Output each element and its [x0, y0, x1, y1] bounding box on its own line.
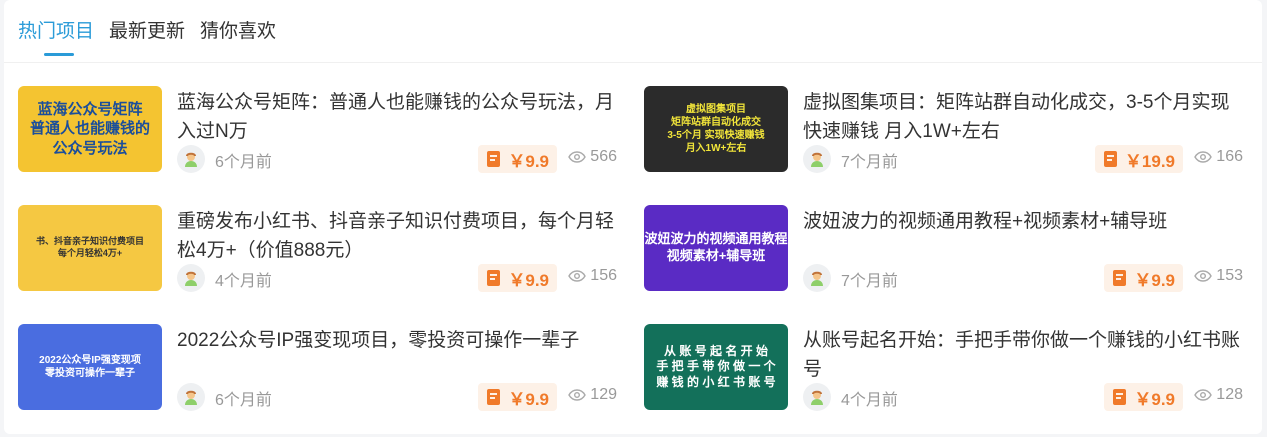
price-badge[interactable]: ￥9.9	[478, 145, 557, 173]
eye-icon	[568, 270, 587, 282]
user-avatar-icon	[185, 390, 197, 405]
avatar	[177, 383, 205, 411]
avatar	[177, 145, 205, 173]
book-icon	[1113, 270, 1127, 286]
project-title[interactable]: 波妞波力的视频通用教程+视频素材+辅导班	[803, 207, 1243, 236]
view-count: 129	[568, 386, 617, 404]
post-time: 4个月前	[841, 392, 898, 409]
eye-icon	[1194, 389, 1213, 401]
thumbnail-text: 波妞波力的视频通用教程 视频素材+辅导班	[644, 231, 788, 263]
price-value: ￥9.9	[508, 270, 549, 290]
view-count-value: 153	[1216, 267, 1243, 284]
post-time: 7个月前	[841, 154, 898, 171]
thumbnail-image[interactable]: 虚拟图集项目 矩阵站群自动化成交 3-5个月 实现快速赚钱 月入1W+左右	[644, 86, 788, 172]
avatar	[803, 383, 831, 411]
book-icon	[487, 389, 501, 405]
view-count: 166	[1194, 148, 1243, 166]
user-avatar-icon	[811, 390, 823, 405]
card-meta: 6个月前 ￥9.9 129	[177, 383, 617, 411]
avatar	[177, 264, 205, 292]
book-icon	[487, 151, 501, 167]
thumbnail-image[interactable]: 波妞波力的视频通用教程 视频素材+辅导班	[644, 205, 788, 291]
post-time: 6个月前	[215, 154, 272, 171]
card-meta: 4个月前 ￥9.9 128	[803, 383, 1243, 411]
project-title[interactable]: 2022公众号IP强变现项目，零投资可操作一辈子	[177, 326, 617, 355]
eye-icon	[1194, 270, 1213, 282]
card-meta: 6个月前 ￥9.9 566	[177, 145, 617, 173]
thumbnail-text: 从 账 号 起 名 开 始 手 把 手 带 你 做 一 个 赚 钱 的 小 红 …	[656, 343, 776, 389]
user-avatar-icon	[811, 152, 823, 167]
card-meta: 7个月前 ￥9.9 153	[803, 264, 1243, 292]
view-count: 153	[1194, 267, 1243, 285]
book-icon	[487, 270, 501, 286]
eye-icon	[1194, 151, 1213, 163]
price-value: ￥9.9	[1134, 389, 1175, 409]
price-badge[interactable]: ￥9.9	[1104, 383, 1183, 411]
thumbnail-text: 虚拟图集项目 矩阵站群自动化成交 3-5个月 实现快速赚钱 月入1W+左右	[667, 104, 765, 154]
avatar	[803, 145, 831, 173]
view-count: 156	[568, 267, 617, 285]
project-title[interactable]: 虚拟图集项目：矩阵站群自动化成交，3-5个月实现快速赚钱 月入1W+左右	[803, 88, 1243, 146]
thumbnail-image[interactable]: 从 账 号 起 名 开 始 手 把 手 带 你 做 一 个 赚 钱 的 小 红 …	[644, 324, 788, 410]
thumbnail-text: 书、抖音亲子知识付费项目 每个月轻松4万+	[35, 236, 144, 258]
price-value: ￥9.9	[508, 151, 549, 171]
card-meta: 7个月前 ￥19.9 166	[803, 145, 1243, 173]
divider	[4, 62, 1262, 63]
view-count-value: 128	[1216, 386, 1243, 403]
thumbnail-image[interactable]: 书、抖音亲子知识付费项目 每个月轻松4万+	[18, 205, 162, 291]
post-time: 4个月前	[215, 273, 272, 290]
project-panel: 热门项目 最新更新 猜你喜欢 蓝海公众号矩阵 普通人也能赚钱的 公众号玩法 蓝海公…	[4, 0, 1262, 434]
project-card[interactable]: 从 账 号 起 名 开 始 手 把 手 带 你 做 一 个 赚 钱 的 小 红 …	[644, 324, 1244, 412]
view-count-value: 566	[590, 148, 617, 165]
post-time: 6个月前	[215, 392, 272, 409]
price-badge[interactable]: ￥9.9	[478, 264, 557, 292]
project-title[interactable]: 重磅发布小红书、抖音亲子知识付费项目，每个月轻松4万+（价值888元）	[177, 207, 617, 265]
project-card[interactable]: 2022公众号IP强变现项 零投资可操作一辈子 2022公众号IP强变现项目，零投…	[18, 324, 618, 412]
view-count: 566	[568, 148, 617, 166]
project-card[interactable]: 波妞波力的视频通用教程 视频素材+辅导班 波妞波力的视频通用教程+视频素材+辅导班…	[644, 205, 1244, 293]
thumbnail-image[interactable]: 2022公众号IP强变现项 零投资可操作一辈子	[18, 324, 162, 410]
card-meta: 4个月前 ￥9.9 156	[177, 264, 617, 292]
price-badge[interactable]: ￥9.9	[1104, 264, 1183, 292]
avatar	[803, 264, 831, 292]
tab-latest[interactable]: 最新更新	[109, 18, 185, 52]
thumbnail-text: 蓝海公众号矩阵 普通人也能赚钱的 公众号玩法	[29, 100, 150, 157]
project-card[interactable]: 虚拟图集项目 矩阵站群自动化成交 3-5个月 实现快速赚钱 月入1W+左右 虚拟图…	[644, 86, 1244, 174]
tab-hot[interactable]: 热门项目	[18, 18, 94, 56]
tab-bar: 热门项目 最新更新 猜你喜欢	[18, 18, 276, 56]
price-badge[interactable]: ￥9.9	[478, 383, 557, 411]
user-avatar-icon	[811, 271, 823, 286]
price-value: ￥19.9	[1124, 151, 1175, 171]
project-title[interactable]: 蓝海公众号矩阵：普通人也能赚钱的公众号玩法，月入过N万	[177, 88, 617, 146]
thumbnail-image[interactable]: 蓝海公众号矩阵 普通人也能赚钱的 公众号玩法	[18, 86, 162, 172]
eye-icon	[568, 151, 587, 163]
view-count-value: 129	[590, 386, 617, 403]
tab-guess[interactable]: 猜你喜欢	[200, 18, 276, 52]
user-avatar-icon	[185, 271, 197, 286]
post-time: 7个月前	[841, 273, 898, 290]
view-count-value: 166	[1216, 148, 1243, 165]
user-avatar-icon	[185, 152, 197, 167]
project-title[interactable]: 从账号起名开始：手把手带你做一个赚钱的小红书账号	[803, 326, 1243, 384]
price-value: ￥9.9	[1134, 270, 1175, 290]
project-card[interactable]: 书、抖音亲子知识付费项目 每个月轻松4万+ 重磅发布小红书、抖音亲子知识付费项目，…	[18, 205, 618, 293]
book-icon	[1103, 151, 1117, 167]
thumbnail-text: 2022公众号IP强变现项 零投资可操作一辈子	[39, 355, 141, 379]
price-badge[interactable]: ￥19.9	[1094, 145, 1183, 173]
book-icon	[1113, 389, 1127, 405]
eye-icon	[568, 389, 587, 401]
price-value: ￥9.9	[508, 389, 549, 409]
project-card[interactable]: 蓝海公众号矩阵 普通人也能赚钱的 公众号玩法 蓝海公众号矩阵：普通人也能赚钱的公众…	[18, 86, 618, 174]
view-count: 128	[1194, 386, 1243, 404]
view-count-value: 156	[590, 267, 617, 284]
